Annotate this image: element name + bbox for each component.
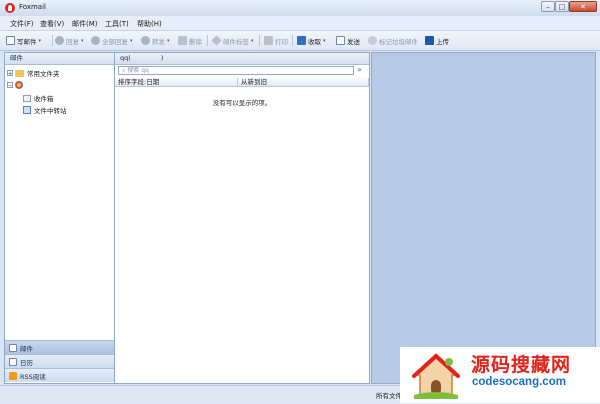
nav-calendar[interactable]: 日历 xyxy=(5,354,114,368)
menu-mail[interactable]: 邮件(M) xyxy=(72,19,98,29)
upload-icon xyxy=(425,36,434,45)
compose-icon xyxy=(6,36,15,45)
delete-label: 删除 xyxy=(189,37,202,46)
printer-icon xyxy=(264,36,273,45)
maximize-button[interactable]: □ xyxy=(555,1,569,12)
status-text: 所有文件 xyxy=(376,392,402,400)
nav-label: 日历 xyxy=(20,358,33,367)
receive-label: 收取 xyxy=(308,37,321,46)
window-title: Foxmail xyxy=(19,3,46,11)
expand-icon[interactable]: + xyxy=(7,70,13,77)
chevron-down-icon[interactable]: ▾ xyxy=(167,38,170,44)
chevron-down-icon[interactable]: ▾ xyxy=(81,38,84,44)
spam-icon xyxy=(368,36,377,45)
folder-panel: 邮件 + 常用文件夹 − 收件箱 文件中转站 邮件 日历 RSS阅读 xyxy=(4,52,115,384)
receive-button[interactable]: 收取 ▾ xyxy=(297,35,326,46)
upload-button[interactable]: 上传 xyxy=(425,35,449,46)
delete-icon xyxy=(178,36,187,45)
print-label: 打印 xyxy=(275,37,288,46)
reply-label: 回复 xyxy=(66,37,79,46)
forward-label: 转发 xyxy=(152,37,165,46)
collapse-panel-icon[interactable]: » xyxy=(357,65,362,74)
tree-item-inbox[interactable]: 收件箱 xyxy=(23,93,54,103)
toolbar-separator xyxy=(259,35,260,46)
tree-item-file-transfer[interactable]: 文件中转站 xyxy=(23,105,67,115)
file-transfer-icon xyxy=(23,106,31,114)
reply-all-button[interactable]: 全部回复 ▾ xyxy=(91,35,133,46)
collapse-icon[interactable]: − xyxy=(7,82,13,89)
nav-label: 邮件 xyxy=(20,344,33,353)
mail-icon xyxy=(9,343,17,352)
tag-icon xyxy=(211,35,222,46)
mail-tag-button[interactable]: 邮件标签 ▾ xyxy=(211,35,254,46)
menu-bar: 文件(F) 查看(V) 邮件(M) 工具(T) 帮助(H) xyxy=(0,16,600,31)
delete-button[interactable]: 删除 xyxy=(178,35,202,46)
column-header-sort[interactable]: 排序字段:日期 xyxy=(115,78,238,87)
compose-label: 写邮件 xyxy=(17,37,37,46)
toolbar: 写邮件 ▾ 回复 ▾ 全部回复 ▾ 转发 ▾ 删除 邮件标签 ▾ 打印 收取 ▾… xyxy=(0,31,600,51)
nav-rss[interactable]: RSS阅读 xyxy=(5,368,114,382)
preview-panel xyxy=(371,52,596,384)
mark-spam-label: 标记垃圾邮件 xyxy=(379,37,418,46)
toolbar-separator xyxy=(292,35,293,46)
forward-button[interactable]: 转发 ▾ xyxy=(141,35,170,46)
send-label: 发送 xyxy=(347,37,360,46)
menu-help[interactable]: 帮助(H) xyxy=(137,19,162,29)
message-list-header: qq() xyxy=(115,53,369,65)
rss-icon xyxy=(9,371,17,380)
watermark-title: 源码搜藏网 xyxy=(471,354,572,376)
compose-button[interactable]: 写邮件 ▾ xyxy=(6,35,41,46)
menu-file[interactable]: 文件(F) xyxy=(10,19,34,29)
watermark-url: codesocang.com xyxy=(472,376,566,388)
account-name: qq( xyxy=(120,54,131,62)
calendar-icon xyxy=(9,357,17,366)
envelope-icon xyxy=(336,36,345,45)
inbox-icon xyxy=(23,94,31,102)
mail-tag-label: 邮件标签 xyxy=(223,37,249,46)
menu-view[interactable]: 查看(V) xyxy=(40,19,64,29)
reply-all-icon xyxy=(91,36,100,45)
folder-panel-header: 邮件 xyxy=(5,53,114,65)
nav-label: RSS阅读 xyxy=(20,372,46,381)
search-placeholder: 搜索 qq xyxy=(127,67,149,74)
message-list-panel: qq() ⌕ 搜索 qq » 排序字段:日期 从新到旧 没有可以显示的项。 xyxy=(114,52,370,384)
chevron-down-icon[interactable]: ▾ xyxy=(39,38,42,44)
forward-icon xyxy=(141,36,150,45)
tree-item-label: 常用文件夹 xyxy=(27,70,60,78)
reply-icon xyxy=(55,36,64,45)
foxmail-window: Foxmail – □ ✕ 文件(F) 查看(V) 邮件(M) 工具(T) 帮助… xyxy=(0,0,600,404)
qq-account-icon xyxy=(15,81,23,89)
nav-mail[interactable]: 邮件 xyxy=(5,340,114,354)
menu-tools[interactable]: 工具(T) xyxy=(105,19,129,29)
chevron-down-icon[interactable]: ▾ xyxy=(130,38,133,44)
minimize-button[interactable]: – xyxy=(541,1,555,12)
toolbar-separator xyxy=(207,35,208,46)
reply-all-label: 全部回复 xyxy=(102,37,128,46)
tree-item-common-folders[interactable]: + 常用文件夹 xyxy=(7,68,60,78)
search-icon: ⌕ xyxy=(122,67,126,74)
upload-label: 上传 xyxy=(436,37,449,46)
folder-icon xyxy=(15,69,24,77)
chevron-down-icon[interactable]: ▾ xyxy=(323,38,326,44)
tree-item-account[interactable]: − xyxy=(7,80,26,90)
house-logo-icon xyxy=(412,353,460,399)
toolbar-separator xyxy=(52,35,53,46)
column-header-order[interactable]: 从新到旧 xyxy=(238,78,369,87)
download-icon xyxy=(297,36,306,45)
tree-item-label: 文件中转站 xyxy=(34,107,67,115)
close-button[interactable]: ✕ xyxy=(569,1,597,12)
chevron-down-icon[interactable]: ▾ xyxy=(251,38,254,44)
mark-spam-button[interactable]: 标记垃圾邮件 xyxy=(368,35,418,46)
reply-button[interactable]: 回复 ▾ xyxy=(55,35,84,46)
watermark: 源码搜藏网 codesocang.com xyxy=(400,347,600,403)
send-button[interactable]: 发送 xyxy=(336,35,360,46)
tree-item-label: 收件箱 xyxy=(34,95,54,103)
search-input[interactable]: ⌕ 搜索 qq xyxy=(118,66,354,75)
title-bar: Foxmail – □ ✕ xyxy=(0,0,600,16)
foxmail-logo-icon xyxy=(5,3,15,13)
print-button[interactable]: 打印 xyxy=(264,35,288,46)
empty-message: 没有可以显示的项。 xyxy=(212,99,272,107)
